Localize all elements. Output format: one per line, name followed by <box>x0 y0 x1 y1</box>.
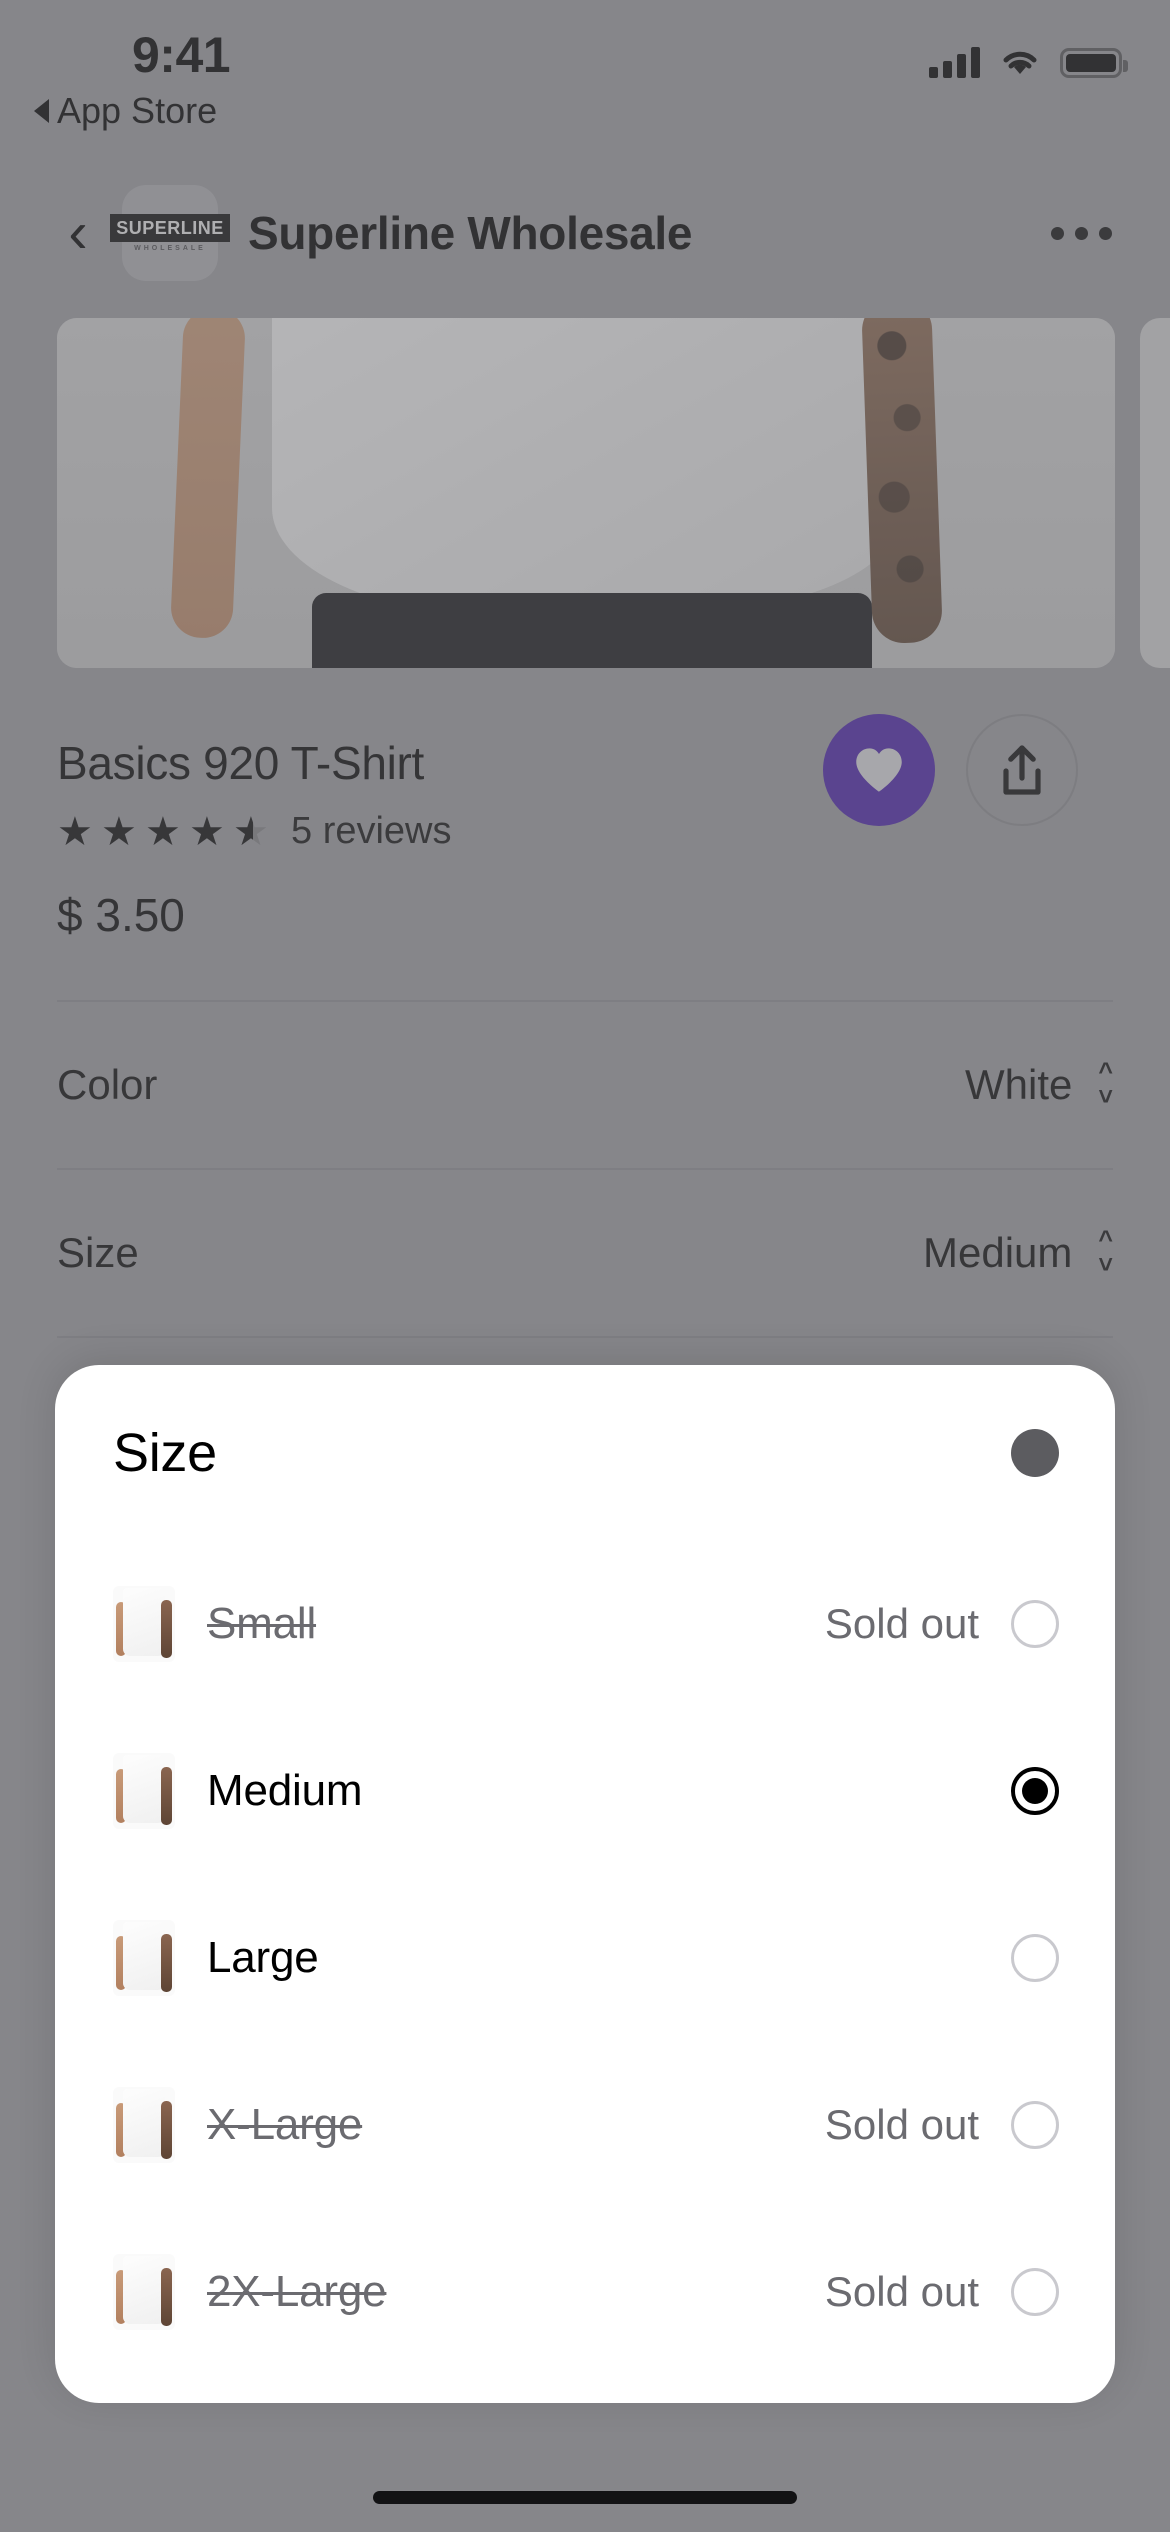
size-options-list: Small Sold out Medium Large X-Large Sold… <box>55 1540 1115 2375</box>
size-name-label: Medium <box>207 1765 363 1815</box>
size-name-label: Large <box>207 1932 319 1982</box>
cellular-signal-icon <box>929 46 980 78</box>
size-option-medium[interactable]: Medium <box>55 1707 1115 1874</box>
size-name-label: X-Large <box>207 2099 363 2149</box>
favorite-button[interactable] <box>823 714 935 826</box>
status-icons <box>929 46 1128 78</box>
sheet-header: Size <box>55 1365 1115 1540</box>
page-title: Superline Wholesale <box>248 207 693 259</box>
size-radio-button[interactable] <box>1011 2267 1059 2316</box>
size-option-small[interactable]: Small Sold out <box>55 1540 1115 1707</box>
hero-pants-shape <box>312 593 872 668</box>
size-status-group: Sold out <box>824 2100 1059 2149</box>
option-value-group: White ^ ˅ <box>965 1060 1113 1109</box>
status-back-label: App Store <box>57 90 218 131</box>
size-picker-sheet: Size Small Sold out Medium Large X-Large… <box>55 1365 1115 2403</box>
hero-tshirt-shape <box>272 318 892 618</box>
review-count-label: 5 reviews <box>291 810 452 852</box>
navigation-header: ‹ SUPERLINE WHOLESALE Superline Wholesal… <box>0 175 1170 291</box>
option-label: Color <box>57 1061 158 1108</box>
share-button[interactable] <box>966 714 1078 826</box>
size-radio-button[interactable] <box>1011 1933 1059 1982</box>
size-status-group <box>1011 1933 1059 1982</box>
product-next-image-peek[interactable] <box>1140 318 1170 668</box>
brand-logo-badge[interactable]: SUPERLINE WHOLESALE <box>110 185 230 281</box>
status-back-to-app-store[interactable]: App Store <box>34 90 217 132</box>
product-hero-image[interactable] <box>57 318 1115 668</box>
status-time: 9:41 <box>132 27 231 83</box>
product-option-rows: Color White ^ ˅ Size Medium ^ ˅ <box>0 1000 1170 1338</box>
sold-out-label: Sold out <box>824 2100 979 2148</box>
product-title: Basics 920 T-Shirt <box>57 737 425 789</box>
hero-right-tattooed-arm-shape <box>861 318 943 645</box>
size-radio-button[interactable] <box>1011 2100 1059 2149</box>
tshirt-thumbnail <box>113 1919 175 1996</box>
size-status-group: Sold out <box>824 2267 1059 2316</box>
more-horizontal-icon[interactable] <box>1051 226 1122 240</box>
size-radio-button[interactable] <box>1011 1599 1059 1648</box>
option-row-color[interactable]: Color White ^ ˅ <box>0 1002 1170 1168</box>
tshirt-thumbnail <box>113 2253 175 2330</box>
sold-out-label: Sold out <box>824 1599 979 1647</box>
product-rating: ★ ★ ★ ★ ★ ★ 5 reviews <box>57 810 452 853</box>
product-price: $ 3.50 <box>57 889 185 941</box>
brand-mark-label: SUPERLINE <box>110 214 230 242</box>
option-label: Size <box>57 1229 139 1276</box>
option-row-size[interactable]: Size Medium ^ ˅ <box>0 1170 1170 1336</box>
star-rating-icons: ★ ★ ★ ★ ★ ★ <box>57 812 273 852</box>
size-option-2x-large[interactable]: 2X-Large Sold out <box>55 2208 1115 2375</box>
option-value: Medium <box>923 1229 1073 1276</box>
brand-sub-label: WHOLESALE <box>134 245 206 252</box>
sheet-title: Size <box>113 1422 217 1483</box>
star-icon-filled: ★ <box>101 809 137 854</box>
battery-full-icon <box>1060 48 1128 78</box>
size-status-group: Sold out <box>824 1599 1059 1648</box>
sold-out-label: Sold out <box>824 2267 979 2315</box>
star-icon-filled: ★ <box>57 809 93 854</box>
option-value: White <box>965 1061 1073 1108</box>
size-name-label: 2X-Large <box>207 2266 387 2316</box>
tshirt-thumbnail <box>113 1752 175 1829</box>
tshirt-thumbnail <box>113 2086 175 2163</box>
share-up-icon <box>1003 745 1041 795</box>
tshirt-thumbnail <box>113 1585 175 1662</box>
size-option-x-large[interactable]: X-Large Sold out <box>55 2041 1115 2208</box>
size-name-label: Small <box>207 1598 317 1648</box>
size-status-group <box>1011 1766 1059 1815</box>
option-value-group: Medium ^ ˅ <box>923 1228 1113 1277</box>
status-bar: 9:41 App Store <box>0 0 1170 131</box>
home-indicator[interactable] <box>373 2491 797 2504</box>
star-icon-half: ★ ★ <box>233 809 269 854</box>
chevron-up-down-icon[interactable]: ^ ˅ <box>1098 1060 1113 1109</box>
wifi-icon <box>1003 51 1037 74</box>
divider <box>57 1336 1113 1338</box>
product-image-gallery[interactable] <box>0 318 1170 668</box>
close-circle-icon[interactable] <box>1011 1428 1059 1477</box>
heart-icon <box>856 748 902 792</box>
chevron-up-down-icon[interactable]: ^ ˅ <box>1098 1228 1113 1277</box>
size-radio-button-selected[interactable] <box>1011 1766 1059 1815</box>
back-triangle-icon <box>34 99 49 123</box>
size-option-large[interactable]: Large <box>55 1874 1115 2041</box>
star-icon-filled: ★ <box>189 809 225 854</box>
star-icon-filled: ★ <box>145 809 181 854</box>
chevron-left-icon[interactable]: ‹ <box>48 204 108 262</box>
